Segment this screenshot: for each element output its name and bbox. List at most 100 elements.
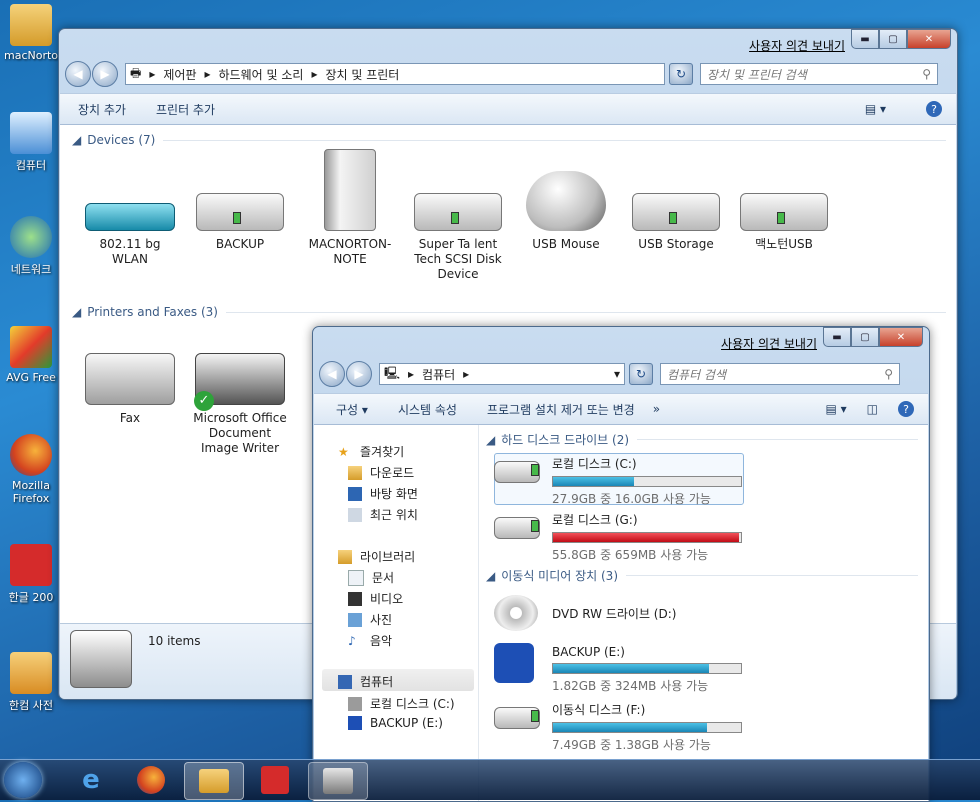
desktop-icon-firefox[interactable]: Mozilla Firefox: [0, 434, 62, 505]
desktop-icon-network[interactable]: 네트워크: [0, 216, 62, 277]
nav-libraries[interactable]: 라이브러리: [338, 548, 415, 565]
nav-local-disk-c[interactable]: 로컬 디스크 (C:): [348, 695, 455, 712]
add-printer-button[interactable]: 프린터 추가: [156, 101, 215, 118]
drive-icon: [632, 193, 720, 231]
drive-item-e[interactable]: BACKUP (E:) 1.82GB 중 324MB 사용 가능: [494, 643, 798, 694]
drive-icon: [348, 696, 362, 711]
breadcrumb-item[interactable]: 장치 및 프린터: [325, 66, 399, 83]
refresh-button[interactable]: ↻: [629, 363, 653, 385]
start-button[interactable]: [4, 762, 42, 798]
feedback-link[interactable]: 사용자 의견 보내기: [749, 37, 845, 54]
devices-group-header[interactable]: ◢ Devices (7): [72, 133, 946, 147]
device-item[interactable]: USB Storage: [626, 159, 726, 252]
drive-item-c[interactable]: 로컬 디스크 (C:) 27.9GB 중 16.0GB 사용 가능: [494, 455, 798, 507]
address-bar[interactable]: 🖳 ▸ 컴퓨터 ▸ ▾: [379, 363, 625, 385]
more-commands-button[interactable]: »: [653, 402, 660, 416]
preview-pane-icon[interactable]: ◫: [867, 402, 878, 416]
feedback-link[interactable]: 사용자 의견 보내기: [721, 335, 817, 352]
drive-free-space: 55.8GB 중 659MB 사용 가능: [552, 548, 709, 562]
help-icon[interactable]: ?: [898, 401, 914, 417]
mouse-icon: [526, 171, 606, 231]
taskbar-ie-button[interactable]: e: [62, 762, 120, 798]
refresh-button[interactable]: ↻: [669, 63, 693, 85]
drive-name: 이동식 디스크 (F:): [552, 703, 646, 717]
nav-backup-e[interactable]: BACKUP (E:): [348, 716, 443, 730]
desktop-icon: [348, 486, 362, 501]
nav-pictures[interactable]: 사진: [348, 611, 392, 628]
device-item[interactable]: 802.11 bg WLAN: [80, 159, 180, 267]
fax-icon: [85, 353, 175, 405]
minimize-button[interactable]: ▬: [823, 327, 851, 347]
printers-group-header[interactable]: ◢ Printers and Faxes (3): [72, 305, 946, 319]
taskbar-hangul-button[interactable]: [246, 762, 304, 798]
nav-computer[interactable]: 컴퓨터: [338, 673, 393, 690]
taskbar-firefox-button[interactable]: [122, 762, 180, 798]
hdd-group-label: 하드 디스크 드라이브 (2): [501, 433, 630, 447]
maximize-button[interactable]: ▢: [879, 29, 907, 49]
nav-desktop[interactable]: 바탕 화면: [348, 485, 418, 502]
taskbar-explorer-button[interactable]: [184, 762, 244, 800]
view-options-icon[interactable]: ▤ ▾: [865, 102, 886, 116]
desktop-icon-label: 한글 200: [8, 591, 54, 604]
uninstall-program-button[interactable]: 프로그램 설치 제거 또는 변경: [487, 401, 635, 418]
hdd-group-header[interactable]: ◢ 하드 디스크 드라이브 (2): [486, 431, 918, 448]
close-button[interactable]: ✕: [879, 327, 923, 347]
nav-label: 음악: [370, 634, 393, 648]
drive-usage-fill: [553, 664, 710, 673]
search-input[interactable]: 장치 및 프린터 검색 ⚲: [700, 63, 938, 85]
minimize-button[interactable]: ▬: [851, 29, 879, 49]
drive-usage-fill: [553, 723, 708, 732]
device-item[interactable]: BACKUP: [190, 159, 290, 252]
maximize-button[interactable]: ▢: [851, 327, 879, 347]
forward-button[interactable]: ▶: [346, 361, 372, 387]
nav-recent[interactable]: 최근 위치: [348, 506, 418, 523]
nav-music[interactable]: ♪ 음악: [348, 632, 392, 649]
taskbar-devices-button[interactable]: [308, 762, 368, 800]
desktop-icon-dictionary[interactable]: 한컴 사전: [0, 652, 62, 713]
add-device-button[interactable]: 장치 추가: [78, 101, 126, 118]
breadcrumb-item[interactable]: 제어판: [163, 66, 196, 83]
printer-item[interactable]: Fax: [80, 333, 180, 426]
forward-button[interactable]: ▶: [92, 61, 118, 87]
breadcrumb-item[interactable]: 컴퓨터: [422, 366, 455, 383]
drive-icon: [494, 517, 540, 539]
device-item[interactable]: MACNORTON-NOTE: [300, 149, 400, 267]
nav-videos[interactable]: 비디오: [348, 590, 403, 607]
removable-group-header[interactable]: ◢ 이동식 미디어 장치 (3): [486, 567, 918, 584]
device-item[interactable]: 맥노턴USB: [734, 159, 834, 252]
drive-icon: [414, 193, 502, 231]
drive-item-g[interactable]: 로컬 디스크 (G:) 55.8GB 중 659MB 사용 가능: [494, 511, 798, 563]
drive-item-f[interactable]: 이동식 디스크 (F:) 7.49GB 중 1.38GB 사용 가능: [494, 701, 798, 753]
desktop-icon-avg[interactable]: AVG Free: [0, 326, 62, 384]
system-properties-button[interactable]: 시스템 속성: [398, 401, 457, 418]
desktop-icon-label: 한컴 사전: [9, 699, 53, 712]
breadcrumb-item[interactable]: 하드웨어 및 소리: [219, 66, 304, 83]
close-button[interactable]: ✕: [907, 29, 951, 49]
search-icon[interactable]: ⚲: [884, 367, 893, 381]
nav-downloads[interactable]: 다운로드: [348, 464, 414, 481]
back-button[interactable]: ◀: [65, 61, 91, 87]
nav-favorites[interactable]: ★ 즐겨찾기: [338, 443, 404, 460]
address-dropdown-icon[interactable]: ▾: [614, 367, 620, 381]
organize-button[interactable]: 구성 ▾: [336, 401, 368, 418]
desktop-icon-computer[interactable]: 컴퓨터: [0, 112, 62, 173]
help-icon[interactable]: ?: [926, 101, 942, 117]
device-item[interactable]: USB Mouse: [516, 159, 616, 252]
breadcrumb-separator-icon: ▸: [408, 367, 415, 381]
devices-group-label: Devices (7): [87, 133, 156, 147]
desktop-icon-hangul[interactable]: 한글 200: [0, 544, 62, 605]
back-button[interactable]: ◀: [319, 361, 345, 387]
collapse-arrow-icon: ◢: [72, 305, 82, 319]
search-input[interactable]: 컴퓨터 검색 ⚲: [660, 363, 900, 385]
nav-documents[interactable]: 문서: [348, 569, 394, 586]
desktop-icon-user[interactable]: macNorto: [0, 4, 62, 62]
drive-item-d[interactable]: DVD RW 드라이브 (D:): [494, 595, 798, 631]
printer-item[interactable]: ✓ Microsoft Office Document Image Writer: [190, 333, 290, 456]
view-options-icon[interactable]: ▤ ▾: [825, 402, 846, 416]
dictionary-icon: [10, 652, 52, 694]
device-item[interactable]: Super Ta lent Tech SCSI Disk Device: [408, 159, 508, 282]
search-icon[interactable]: ⚲: [922, 67, 931, 81]
collapse-arrow-icon: ◢: [72, 133, 82, 147]
address-bar[interactable]: 🖶 ▸ 제어판 ▸ 하드웨어 및 소리 ▸ 장치 및 프린터: [125, 63, 665, 85]
computer-icon: 🖳: [384, 365, 401, 380]
